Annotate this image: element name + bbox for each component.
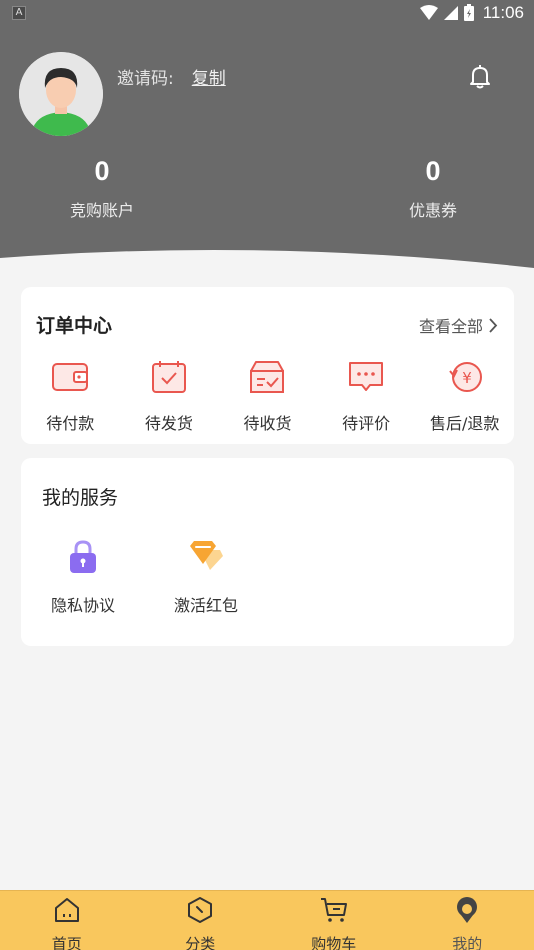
profile-header: A 11:06 邀请码: 复制 0 竞购账户 0 优惠券 [0, 0, 534, 280]
view-all-label: 查看全部 [418, 317, 483, 336]
order-pending-shipment[interactable]: 待发货 [120, 359, 219, 434]
category-icon [188, 897, 213, 923]
bell-icon[interactable] [466, 62, 494, 90]
home-icon [54, 898, 79, 922]
coupon-label: 优惠券 [408, 201, 457, 220]
order-pending-shipment-label: 待发货 [144, 414, 193, 433]
calendar-check-icon [151, 361, 186, 393]
bid-account-stat[interactable]: 0 竞购账户 [32, 156, 172, 221]
chevron-right-icon [489, 317, 498, 333]
header-background [0, 0, 534, 268]
copy-link[interactable]: 复制 [192, 64, 226, 89]
profile-icon [457, 897, 478, 923]
tab-cart[interactable]: 购物车 [267, 891, 401, 950]
privacy-policy-label: 隐私协议 [50, 596, 115, 615]
box-icon [250, 361, 285, 393]
coupon-value: 0 [425, 156, 441, 186]
tab-category-label: 分类 [185, 935, 216, 950]
activate-red-packet-item[interactable]: 激活红包 [151, 538, 261, 616]
invite-code: 邀请码: 复制 [117, 64, 226, 89]
order-pending-review-label: 待评价 [342, 414, 391, 433]
tab-category[interactable]: 分类 [134, 891, 268, 950]
activate-red-packet-label: 激活红包 [173, 596, 238, 615]
refund-icon: ¥ [448, 362, 482, 392]
notification-icon: A [12, 6, 26, 20]
bid-account-label: 竞购账户 [69, 201, 134, 220]
order-after-sales[interactable]: ¥ 售后/退款 [415, 359, 514, 434]
comment-icon [349, 362, 384, 391]
order-pending-payment[interactable]: 待付款 [21, 359, 120, 434]
avatar[interactable] [19, 52, 103, 136]
order-pending-receipt-label: 待收货 [243, 414, 292, 433]
cart-icon [320, 898, 347, 922]
gem-icon [190, 541, 223, 570]
order-center-title: 订单中心 [36, 315, 113, 337]
avatar-icon [19, 52, 103, 136]
wifi-icon [419, 5, 438, 20]
order-pending-review[interactable]: 待评价 [317, 359, 416, 434]
tab-profile-label: 我的 [452, 935, 483, 950]
view-all-orders-link[interactable]: 查看全部 [419, 313, 498, 337]
order-after-sales-label: 售后/退款 [429, 414, 500, 433]
status-time: 11:06 [482, 3, 524, 22]
lock-icon [70, 540, 96, 573]
status-bar: A 11:06 [0, 0, 534, 28]
battery-icon [463, 4, 474, 21]
signal-icon [443, 6, 458, 20]
wallet-icon [52, 363, 89, 391]
order-pending-payment-label: 待付款 [46, 414, 95, 433]
my-services-card: 我的服务 隐私协议 激活红包 [21, 458, 514, 646]
svg-text:¥: ¥ [462, 369, 472, 387]
tab-home-label: 首页 [51, 935, 82, 950]
coupon-stat[interactable]: 0 优惠券 [363, 156, 503, 221]
order-pending-receipt[interactable]: 待收货 [218, 359, 317, 434]
tab-cart-label: 购物车 [311, 935, 357, 950]
order-center-card: 订单中心 查看全部 待付款 待发货 待收货 待评价 ¥ 售后/退款 [21, 287, 514, 444]
privacy-policy-item[interactable]: 隐私协议 [28, 538, 138, 616]
bottom-tab-bar: 首页 分类 购物车 我的 [0, 890, 534, 950]
tab-profile[interactable]: 我的 [401, 891, 534, 950]
my-services-title: 我的服务 [42, 487, 119, 509]
tab-home[interactable]: 首页 [0, 891, 134, 950]
bid-account-value: 0 [94, 156, 110, 186]
invite-label: 邀请码: [117, 69, 174, 89]
